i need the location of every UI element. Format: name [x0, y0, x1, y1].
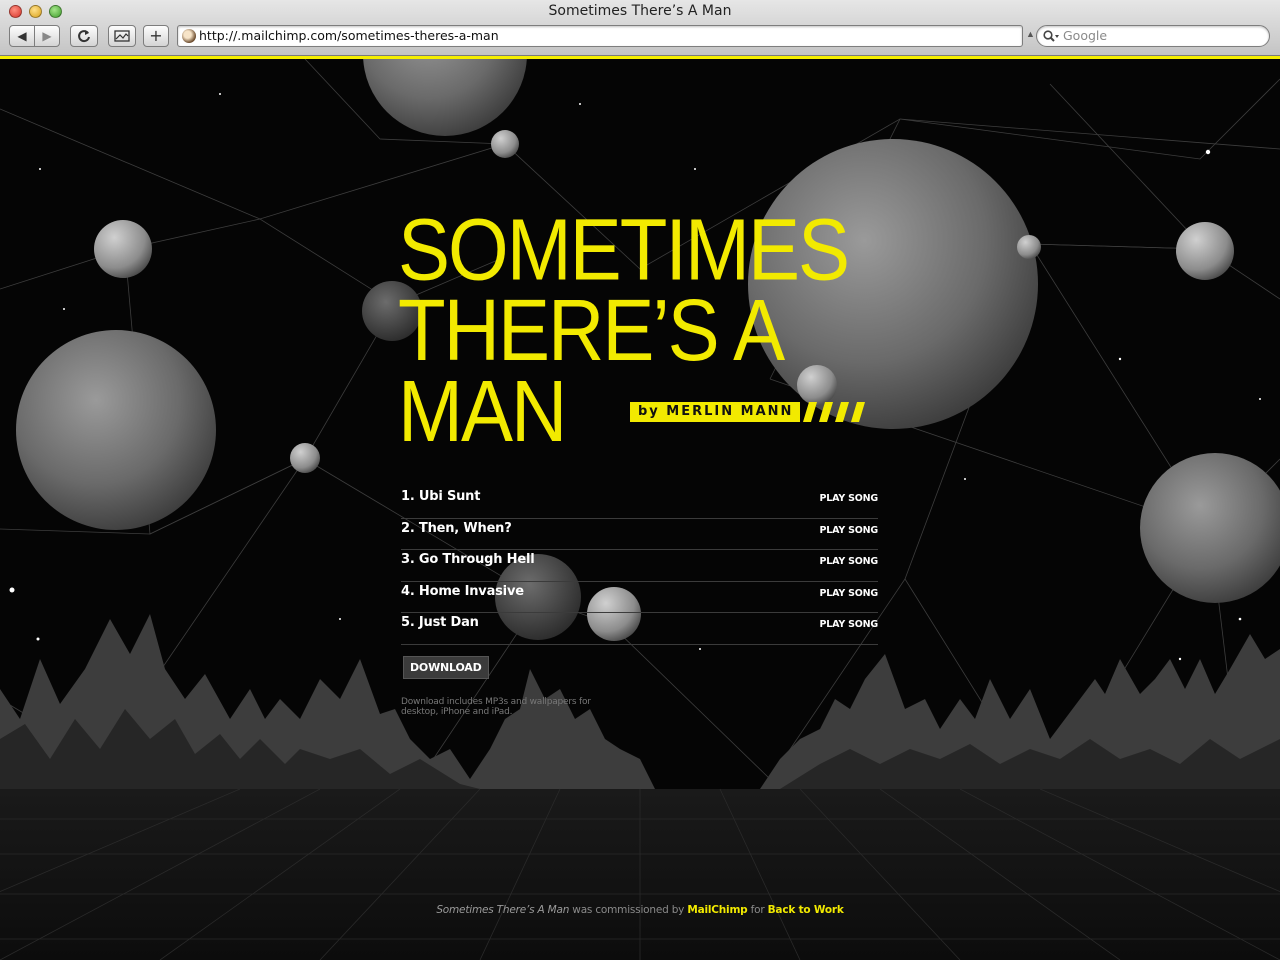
add-bookmark-button[interactable]: + — [143, 25, 169, 47]
hero-title-line: THERE’S A — [398, 280, 785, 380]
track-title: 1. Ubi Sunt — [401, 489, 481, 504]
track-row: 2. Then, When? PLAY SONG — [401, 519, 878, 550]
forward-button[interactable]: ▶ — [34, 25, 60, 47]
track-row: 1. Ubi Sunt PLAY SONG — [401, 487, 878, 519]
browser-toolbar: ◀ ▶ + http://.mailchimp.com/sometimes-th… — [0, 25, 1280, 49]
mailchimp-link[interactable]: MailChimp — [687, 904, 747, 916]
track-row: 3. Go Through Hell PLAY SONG — [401, 550, 878, 582]
hazard-stripes-decoration — [803, 402, 865, 422]
snapshot-button[interactable] — [108, 25, 136, 47]
author-byline: by MERLIN MANN — [630, 402, 875, 422]
plus-icon: + — [149, 26, 163, 45]
footer-credits: Sometimes There’s A Man was commissioned… — [0, 904, 1280, 916]
browser-chrome: Sometimes There’s A Man ◀ ▶ + http://.ma… — [0, 0, 1280, 56]
play-song-button[interactable]: PLAY SONG — [819, 493, 878, 504]
footer-text: was commissioned by — [569, 904, 688, 916]
reload-icon — [78, 30, 90, 43]
hero-title-line: SOMETIMES — [398, 200, 850, 299]
search-icon — [1043, 30, 1059, 42]
reload-button[interactable] — [70, 25, 98, 47]
snapshot-icon — [114, 30, 130, 42]
search-field[interactable]: Google — [1036, 25, 1270, 47]
search-placeholder: Google — [1063, 28, 1108, 43]
page-content: SOMETIMES THERE’S A MAN by MERLIN MANN 1… — [0, 59, 1280, 960]
track-title: 5. Just Dan — [401, 615, 479, 630]
download-note: Download includes MP3s and wallpapers fo… — [401, 697, 591, 717]
footer-text: for — [747, 904, 768, 916]
track-row: 4. Home Invasive PLAY SONG — [401, 582, 878, 613]
play-song-button[interactable]: PLAY SONG — [819, 556, 878, 567]
site-favicon-icon — [182, 29, 196, 43]
address-bar-url[interactable]: http://.mailchimp.com/sometimes-theres-a… — [199, 26, 499, 46]
left-arrow-icon: ◀ — [17, 29, 27, 43]
play-song-button[interactable]: PLAY SONG — [819, 525, 878, 536]
track-row: 5. Just Dan PLAY SONG — [401, 613, 878, 645]
track-title: 4. Home Invasive — [401, 583, 524, 599]
byline-label: by MERLIN MANN — [630, 402, 800, 422]
right-arrow-icon: ▶ — [42, 29, 52, 43]
download-button[interactable]: DOWNLOAD — [403, 656, 489, 679]
track-title: 2. Then, When? — [401, 520, 512, 536]
track-title: 3. Go Through Hell — [401, 552, 535, 567]
back-to-work-link[interactable]: Back to Work — [768, 904, 844, 916]
play-song-button[interactable]: PLAY SONG — [819, 619, 878, 630]
address-bar[interactable]: http://.mailchimp.com/sometimes-theres-a… — [177, 25, 1023, 47]
address-dropdown-icon[interactable]: ▲ — [1026, 29, 1035, 39]
back-button[interactable]: ◀ — [9, 25, 35, 47]
window-title: Sometimes There’s A Man — [548, 3, 732, 19]
play-song-button[interactable]: PLAY SONG — [819, 588, 878, 599]
track-list: 1. Ubi Sunt PLAY SONG 2. Then, When? PLA… — [401, 487, 878, 645]
footer-work-title: Sometimes There’s A Man — [436, 904, 570, 916]
